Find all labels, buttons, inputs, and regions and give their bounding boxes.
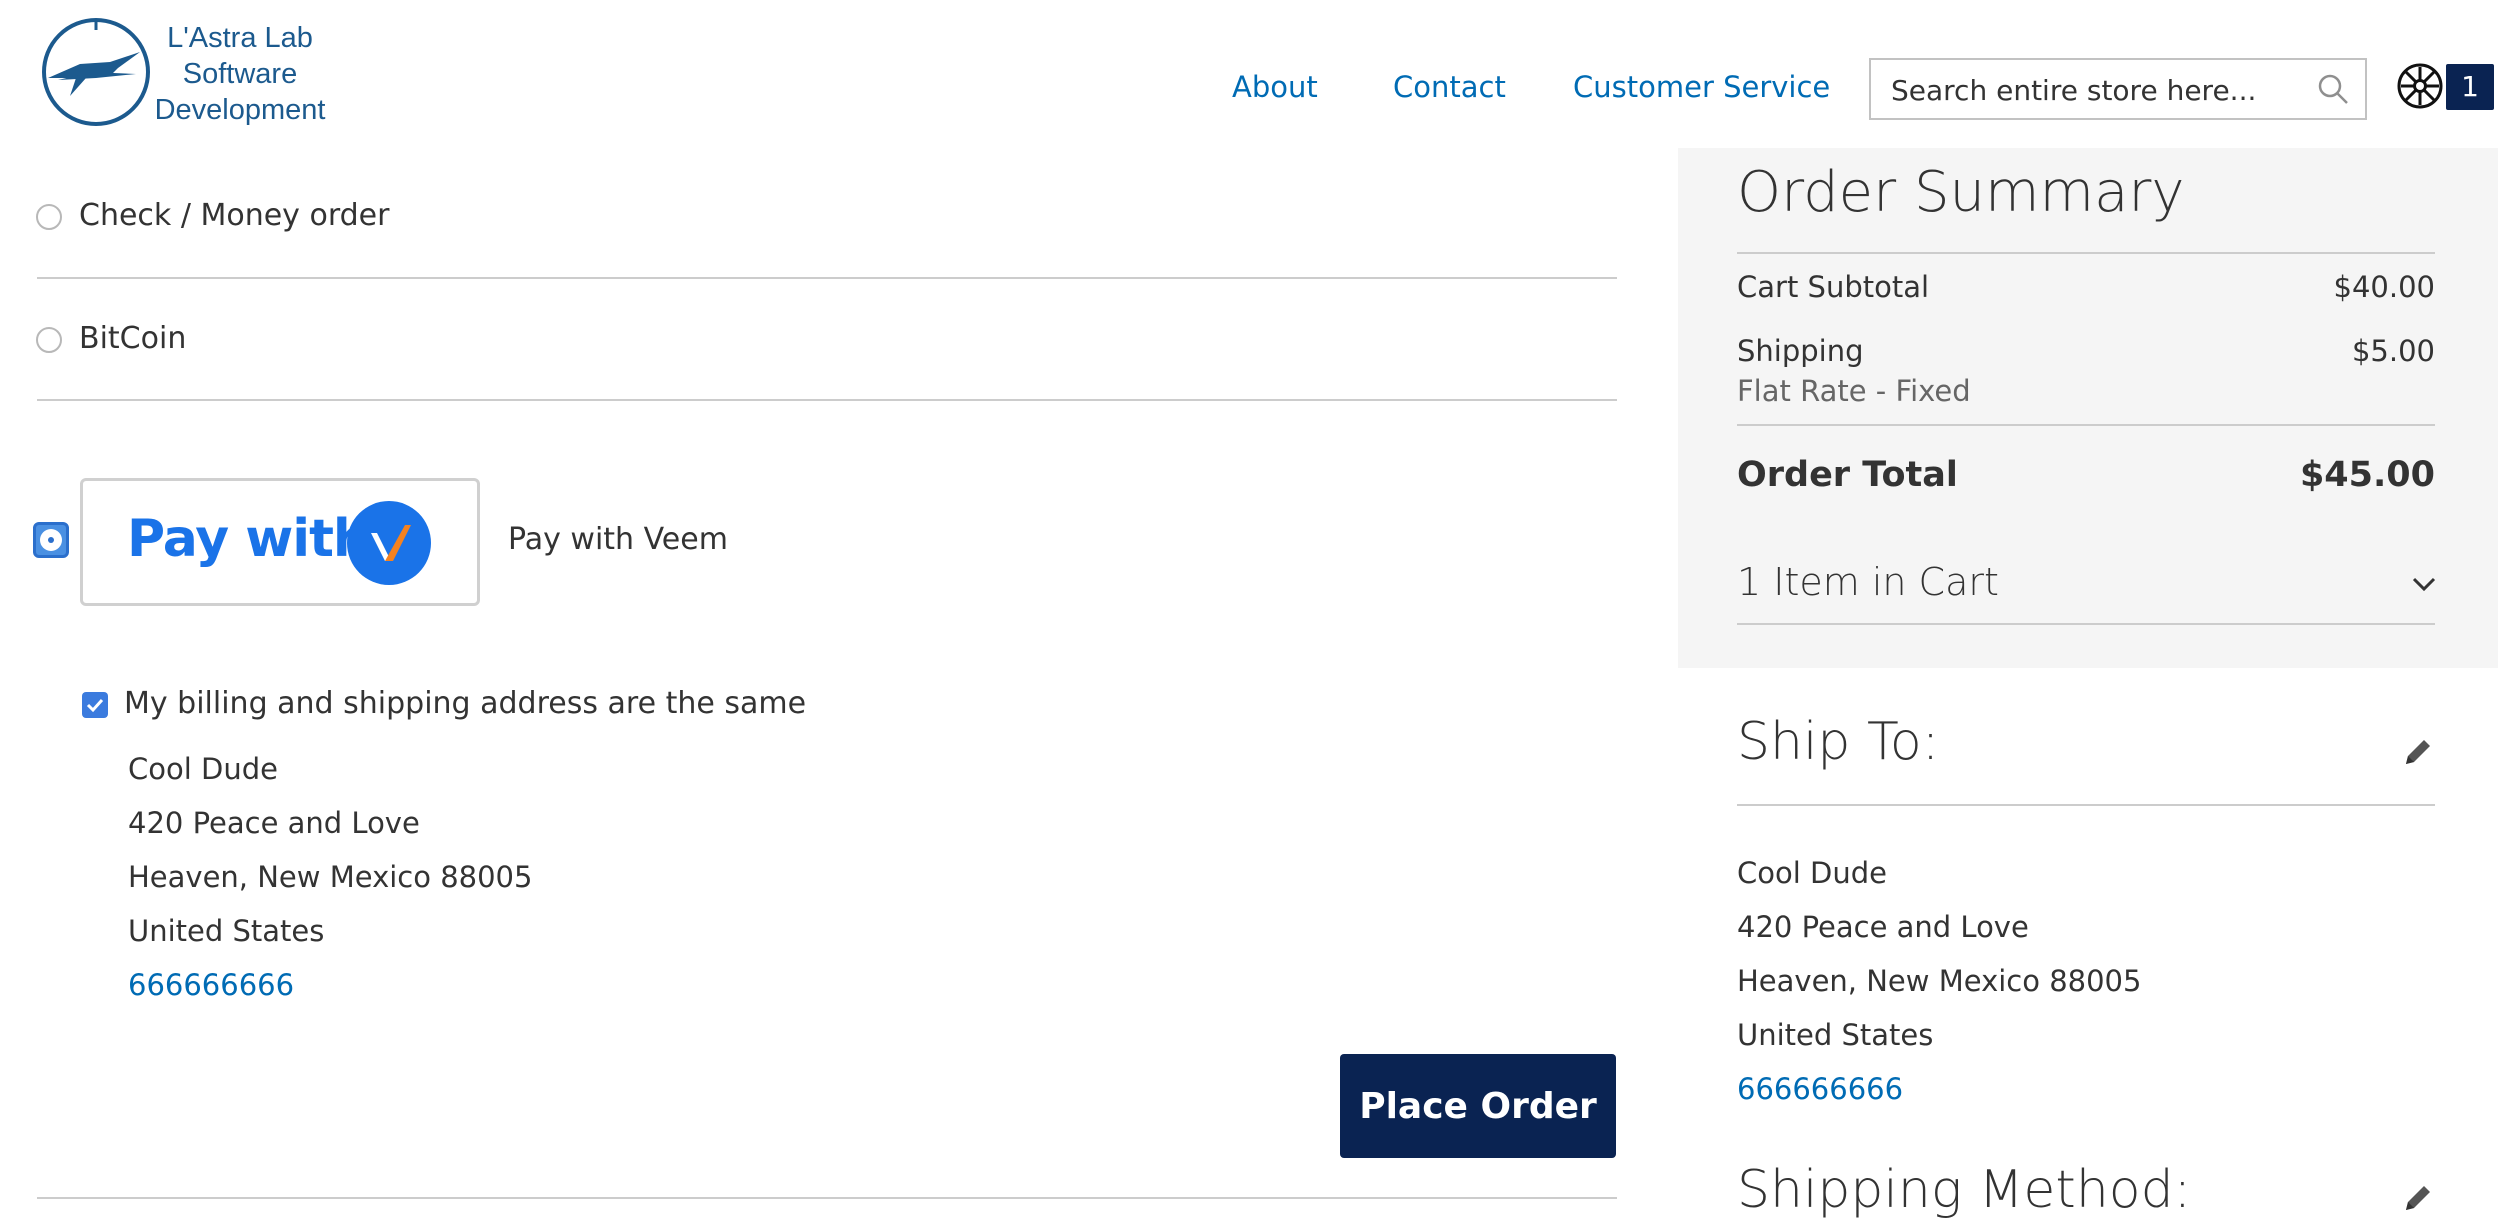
order-total-label: Order Total [1737, 455, 1958, 495]
ship-to-country: United States [1737, 1018, 1934, 1052]
ship-to-divider [1737, 804, 2435, 806]
billing-same-label[interactable]: My billing and shipping address are the … [124, 686, 806, 721]
summary-divider [1737, 623, 2435, 625]
checkmark-icon [86, 698, 104, 713]
site-header: L'Astra Lab Software Development About C… [0, 0, 2516, 148]
shipping-method-title: Shipping Method: [1737, 1160, 2192, 1220]
order-total-value: $45.00 [2299, 455, 2435, 495]
search-box [1869, 58, 2367, 120]
billing-phone-link[interactable]: 666666666 [128, 968, 294, 1002]
veem-v-icon [347, 501, 431, 585]
cart-subtotal-value: $40.00 [2333, 270, 2435, 304]
cart-count-badge[interactable]: 1 [2446, 64, 2494, 110]
billing-street: 420 Peace and Love [128, 806, 420, 840]
search-input[interactable] [1889, 60, 2313, 120]
ship-to-street: 420 Peace and Love [1737, 910, 2029, 944]
pencil-icon[interactable] [2400, 734, 2436, 770]
place-order-button[interactable]: Place Order [1340, 1054, 1616, 1158]
billing-city-line: Heaven, New Mexico 88005 [128, 860, 533, 894]
veem-logo-text: Pay with [127, 509, 370, 569]
cart-subtotal-label: Cart Subtotal [1737, 270, 1930, 304]
radio-check-money-order[interactable] [36, 204, 62, 230]
nav-link-customer-service[interactable]: Customer Service [1573, 70, 1830, 104]
shipping-label: Shipping [1737, 334, 1864, 368]
payment-label-bitcoin[interactable]: BitCoin [79, 321, 186, 356]
ship-to-city-line: Heaven, New Mexico 88005 [1737, 964, 2142, 998]
payment-divider [37, 277, 1617, 279]
radio-veem[interactable] [33, 522, 69, 558]
radio-dot [48, 537, 54, 543]
summary-divider [1737, 424, 2435, 426]
pencil-icon[interactable] [2400, 1180, 2436, 1216]
search-icon[interactable] [2317, 73, 2349, 105]
shipping-method-name: Flat Rate - Fixed [1737, 374, 1971, 408]
payment-label-check-money-order[interactable]: Check / Money order [79, 198, 389, 233]
billing-name: Cool Dude [128, 752, 278, 786]
shipping-value: $5.00 [2351, 334, 2435, 368]
summary-divider [1737, 252, 2435, 254]
payment-bottom-divider [37, 1197, 1617, 1199]
billing-same-checkbox[interactable] [82, 692, 108, 718]
ship-to-phone-link[interactable]: 666666666 [1737, 1072, 1903, 1106]
radio-bitcoin[interactable] [36, 327, 62, 353]
payment-divider [37, 399, 1617, 401]
order-summary-title: Order Summary [1737, 160, 2185, 225]
imperial-emblem-icon[interactable] [2397, 63, 2443, 109]
ship-to-name: Cool Dude [1737, 856, 1887, 890]
nav-link-contact[interactable]: Contact [1393, 70, 1506, 104]
brand-line-3: Development [154, 94, 326, 126]
brand-line-1: L'Astra Lab [167, 22, 313, 54]
logo-icon[interactable] [40, 16, 152, 128]
veem-logo[interactable]: Pay with [80, 478, 480, 606]
chevron-down-icon[interactable] [2408, 568, 2440, 600]
items-in-cart-toggle[interactable]: 1 Item in Cart [1737, 560, 1999, 604]
radio-inner [40, 529, 62, 551]
brand-line-2: Software [182, 58, 298, 90]
ship-to-title: Ship To: [1737, 712, 1940, 772]
brand-name[interactable]: L'Astra Lab Software Development [150, 20, 330, 128]
billing-country: United States [128, 914, 325, 948]
payment-label-veem[interactable]: Pay with Veem [508, 522, 728, 557]
nav-link-about[interactable]: About [1232, 70, 1318, 104]
